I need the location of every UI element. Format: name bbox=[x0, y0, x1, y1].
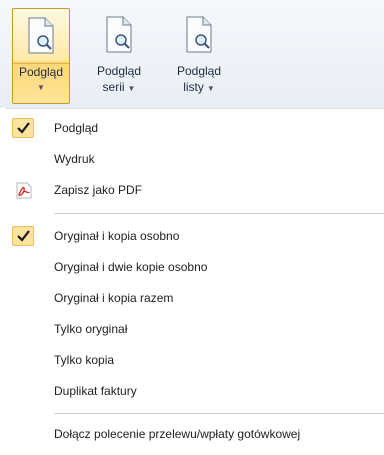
check-icon bbox=[12, 118, 34, 138]
list-preview-label-line1: Podgląd bbox=[176, 64, 222, 78]
menu-item-save-pdf[interactable]: Zapisz jako PDF bbox=[6, 177, 384, 203]
document-magnifier-icon bbox=[28, 17, 54, 54]
menu-item-label: Tylko kopia bbox=[54, 353, 115, 367]
print-options-menu: Podgląd Wydruk Zapisz jako PDF Oryginał … bbox=[6, 108, 384, 455]
menu-item-label: Duplikat faktury bbox=[54, 384, 137, 398]
menu-item-invoice-duplicate[interactable]: Duplikat faktury bbox=[6, 378, 384, 404]
menu-item-preview[interactable]: Podgląd bbox=[6, 115, 384, 141]
menu-item-label: Oryginał i dwie kopie osobno bbox=[54, 260, 208, 274]
menu-item-print[interactable]: Wydruk bbox=[6, 146, 384, 172]
series-preview-button[interactable]: Podgląd serii ▼ bbox=[86, 8, 152, 104]
preview-button[interactable]: Podgląd ▼ bbox=[12, 8, 70, 104]
list-preview-button[interactable]: Podgląd listy ▼ bbox=[166, 8, 232, 104]
chevron-down-icon[interactable]: ▼ bbox=[207, 84, 215, 93]
document-magnifier-icon bbox=[106, 16, 132, 53]
menu-separator bbox=[54, 213, 384, 214]
menu-item-attach-transfer-order[interactable]: Dołącz polecenie przelewu/wpłaty gotówko… bbox=[6, 421, 384, 447]
series-preview-label-line1: Podgląd bbox=[96, 64, 142, 78]
menu-item-label: Wydruk bbox=[54, 152, 95, 166]
pdf-icon bbox=[16, 182, 32, 199]
menu-item-original-two-copies[interactable]: Oryginał i dwie kopie osobno bbox=[6, 254, 384, 280]
preview-button-label: Podgląd bbox=[18, 65, 64, 79]
menu-item-label: Oryginał i kopia razem bbox=[54, 291, 174, 305]
menu-item-label: Oryginał i kopia osobno bbox=[54, 229, 180, 243]
series-preview-label-line2: serii bbox=[102, 80, 125, 94]
menu-item-label: Podgląd bbox=[54, 121, 99, 135]
menu-item-only-original[interactable]: Tylko oryginał bbox=[6, 316, 384, 342]
chevron-down-icon[interactable]: ▼ bbox=[128, 84, 136, 93]
menu-separator bbox=[54, 413, 384, 414]
menu-item-label: Zapisz jako PDF bbox=[54, 183, 143, 197]
document-magnifier-icon bbox=[186, 16, 212, 53]
list-preview-label-line2: listy bbox=[183, 80, 204, 94]
menu-item-only-copy[interactable]: Tylko kopia bbox=[6, 347, 384, 373]
menu-item-label: Tylko oryginał bbox=[54, 322, 128, 336]
menu-item-original-copy-separate[interactable]: Oryginał i kopia osobno bbox=[6, 223, 384, 249]
chevron-down-icon[interactable]: ▼ bbox=[13, 80, 69, 96]
menu-item-label: Dołącz polecenie przelewu/wpłaty gotówko… bbox=[54, 427, 301, 441]
ribbon-toolbar: Podgląd ▼ Podgląd serii ▼ Podgląd listy ▼ bbox=[0, 0, 384, 108]
check-icon bbox=[12, 226, 34, 246]
menu-item-original-copy-together[interactable]: Oryginał i kopia razem bbox=[6, 285, 384, 311]
